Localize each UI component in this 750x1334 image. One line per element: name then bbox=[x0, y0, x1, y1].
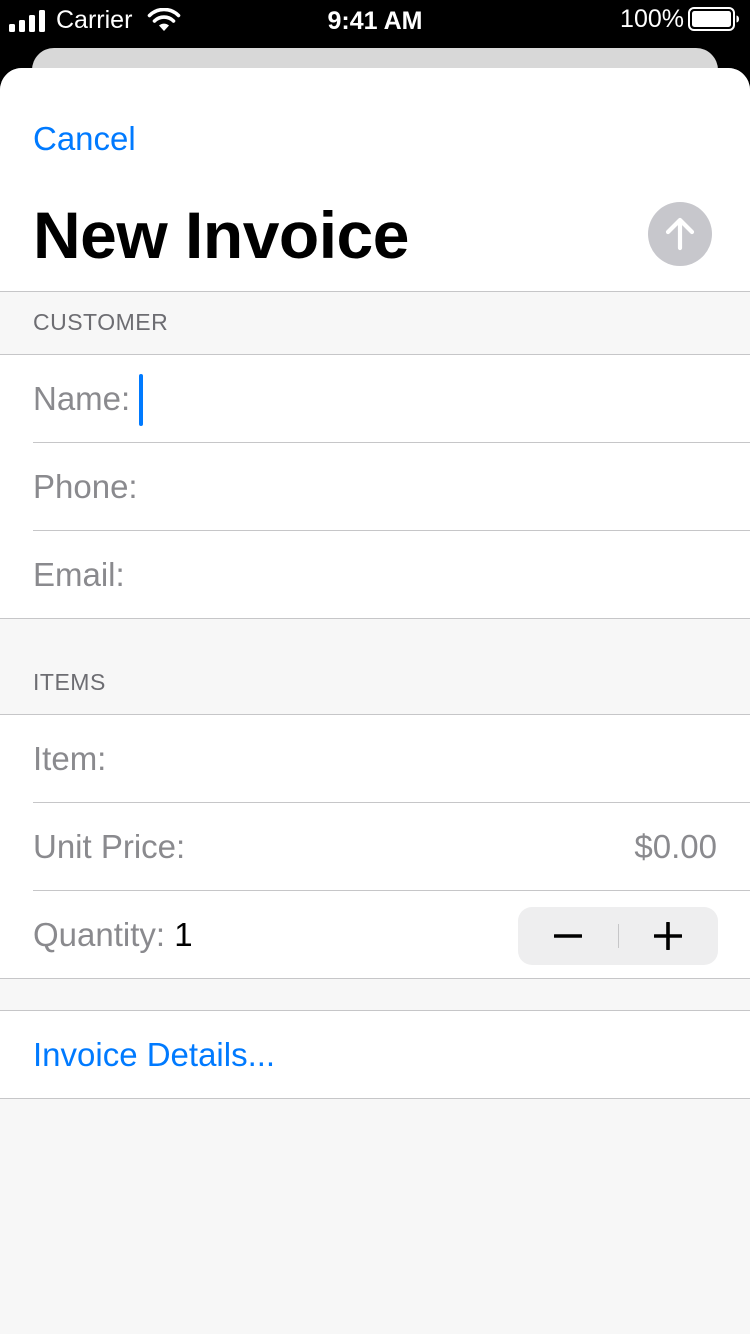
invoice-details-link[interactable]: Invoice Details... bbox=[0, 1011, 750, 1098]
unit-price-row[interactable]: Unit Price: $0.00 bbox=[0, 803, 750, 890]
navigation-header: Cancel New Invoice bbox=[0, 68, 750, 292]
customer-section-header: CUSTOMER bbox=[33, 309, 169, 335]
items-group: Item: Unit Price: $0.00 Quantity: 1 bbox=[0, 714, 750, 979]
unit-price-value: $0.00 bbox=[634, 828, 717, 865]
battery-icon bbox=[688, 7, 739, 31]
status-bar: Carrier 9:41 AM 100% bbox=[0, 0, 750, 40]
name-row[interactable]: Name: bbox=[0, 355, 750, 442]
cancel-button[interactable]: Cancel bbox=[33, 120, 136, 158]
email-label: Email: bbox=[33, 556, 125, 593]
name-label: Name: bbox=[33, 380, 131, 417]
quantity-stepper bbox=[518, 907, 718, 965]
item-row[interactable]: Item: bbox=[0, 715, 750, 802]
items-section-header: ITEMS bbox=[33, 669, 106, 695]
text-cursor bbox=[139, 374, 143, 426]
plus-icon bbox=[654, 922, 682, 950]
customer-group: Name: Phone: Email: bbox=[0, 354, 750, 619]
unit-price-label: Unit Price: bbox=[33, 828, 186, 865]
decrement-button[interactable] bbox=[518, 907, 618, 965]
increment-button[interactable] bbox=[618, 907, 718, 965]
invoice-details-label: Invoice Details... bbox=[33, 1036, 276, 1073]
email-row[interactable]: Email: bbox=[0, 531, 750, 618]
quantity-label-text: Quantity: bbox=[33, 916, 166, 953]
quantity-value: 1 bbox=[174, 916, 193, 953]
page-title: New Invoice bbox=[33, 198, 409, 272]
quantity-row: Quantity: 1 bbox=[0, 891, 750, 978]
invoice-sheet: Cancel New Invoice CUSTOMER Name: Phone:… bbox=[0, 68, 750, 1334]
item-label: Item: bbox=[33, 740, 107, 777]
details-group: Invoice Details... bbox=[0, 1010, 750, 1099]
phone-label: Phone: bbox=[33, 468, 138, 505]
send-button[interactable] bbox=[648, 202, 712, 266]
minus-icon bbox=[554, 934, 582, 938]
phone-row[interactable]: Phone: bbox=[0, 443, 750, 530]
arrow-up-icon bbox=[665, 217, 695, 251]
quantity-label: Quantity: 1 bbox=[33, 916, 193, 954]
battery-percentage: 100% bbox=[620, 5, 684, 33]
